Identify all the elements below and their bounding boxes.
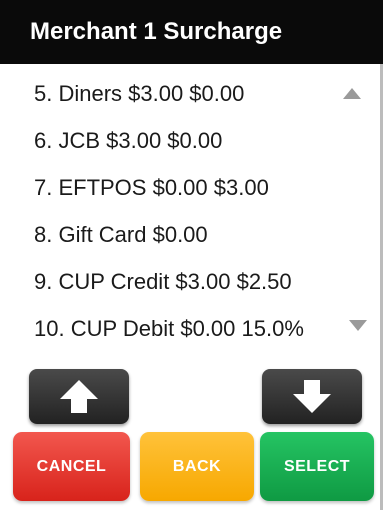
page-title: Merchant 1 Surcharge [0,0,383,64]
list-item[interactable]: 9. CUP Credit $3.00 $2.50 [34,269,292,295]
select-button[interactable]: SELECT [260,432,374,501]
scroll-up-button[interactable] [29,369,129,424]
triangle-up-icon[interactable] [343,88,361,99]
list-item[interactable]: 7. EFTPOS $0.00 $3.00 [34,175,269,201]
back-button[interactable]: BACK [140,432,254,501]
list-item[interactable]: 10. CUP Debit $0.00 15.0% [34,316,304,342]
triangle-down-icon[interactable] [349,320,367,331]
surcharge-list: 5. Diners $3.00 $0.00 6. JCB $3.00 $0.00… [0,64,383,364]
scroll-down-button[interactable] [262,369,362,424]
arrow-up-icon [60,380,98,413]
list-item[interactable]: 5. Diners $3.00 $0.00 [34,81,244,107]
arrow-down-icon [293,380,331,413]
list-item[interactable]: 6. JCB $3.00 $0.00 [34,128,222,154]
cancel-button[interactable]: CANCEL [13,432,130,501]
list-item[interactable]: 8. Gift Card $0.00 [34,222,208,248]
